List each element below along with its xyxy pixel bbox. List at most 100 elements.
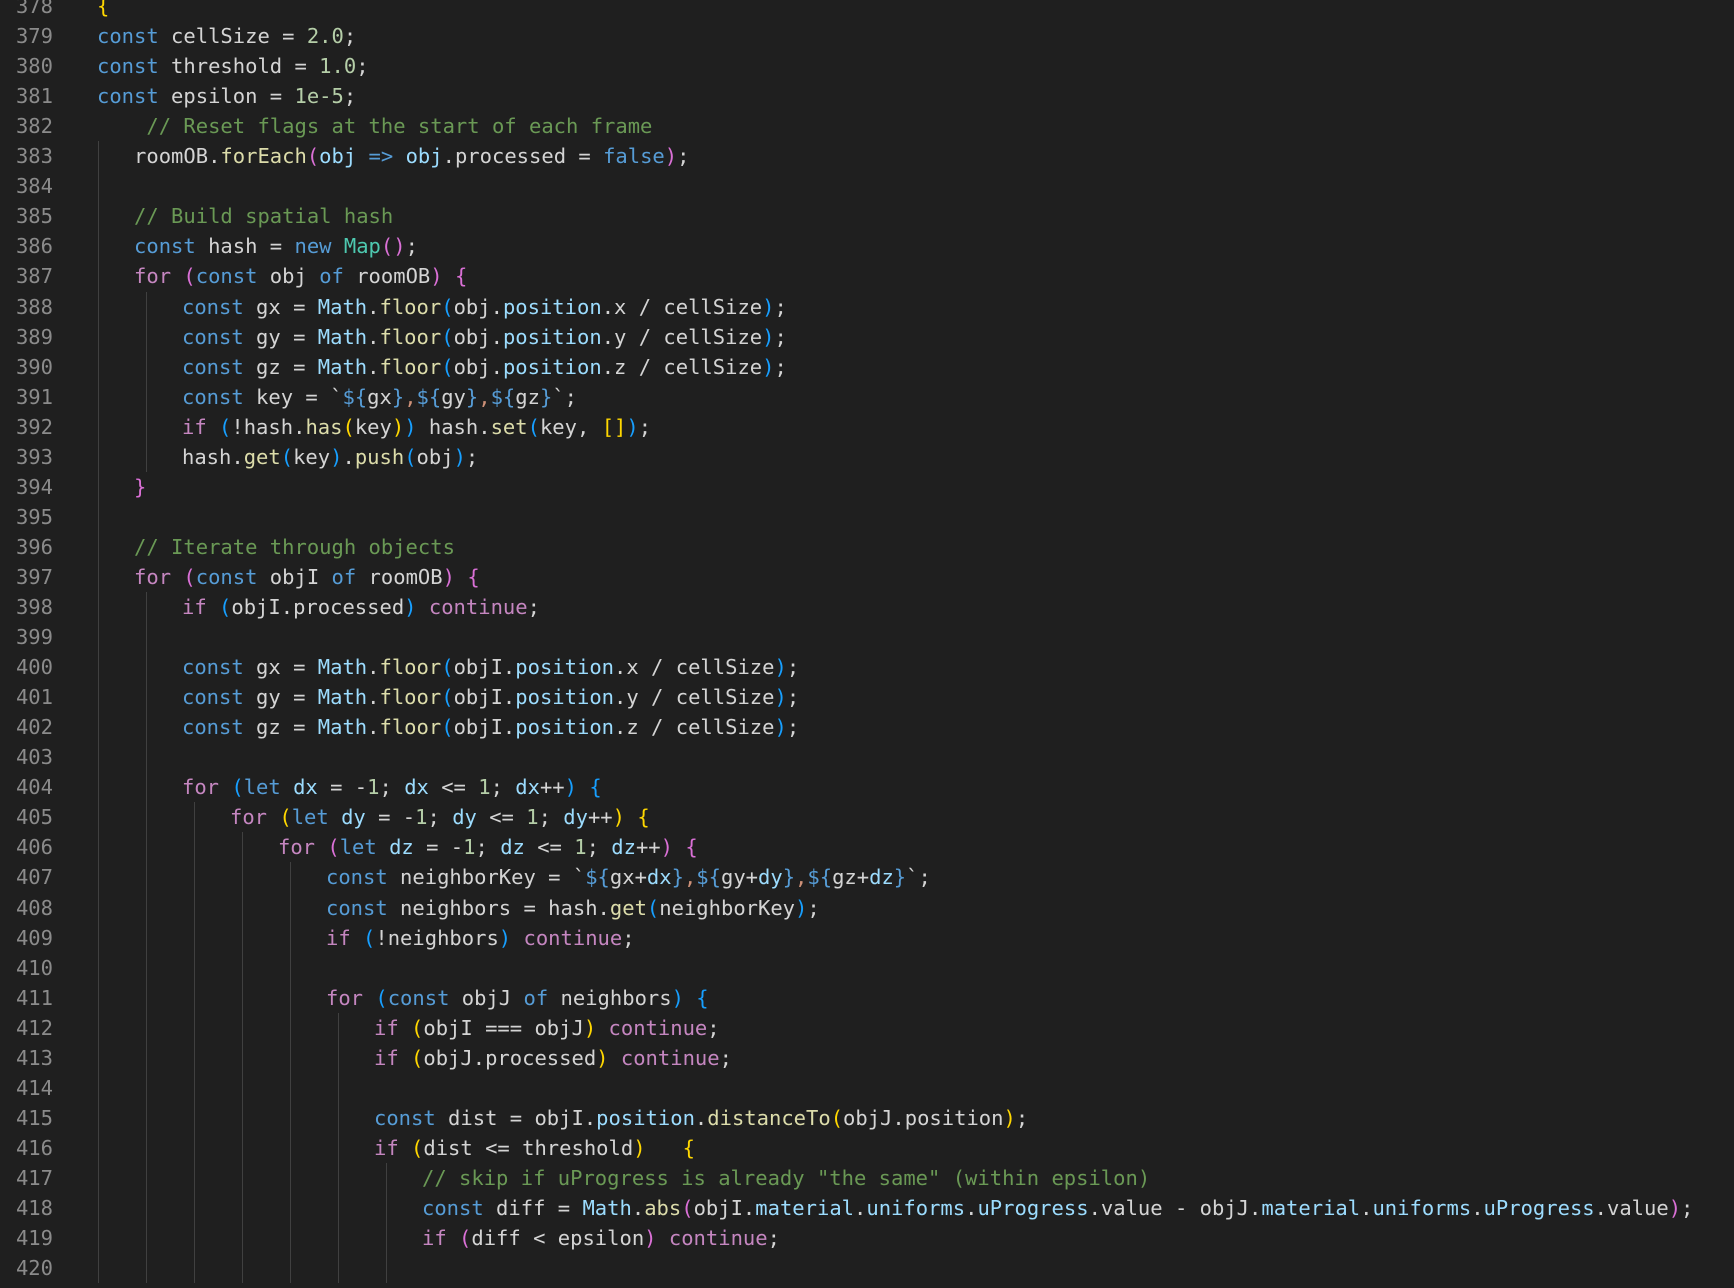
code-token: const	[134, 234, 196, 259]
line-number: 401	[15, 685, 53, 710]
line-content: for (let dz = -1; dz <= 1; dz++) {	[278, 832, 698, 862]
code-token: get	[609, 895, 647, 920]
code-token: const	[374, 1105, 436, 1130]
code-token: = -	[317, 775, 368, 800]
code-token: ;	[622, 925, 635, 950]
code-token: dz	[389, 835, 414, 860]
code-line[interactable]: 401 const gy = Math.floor(objI.position.y…	[0, 682, 1734, 712]
code-token: <=	[476, 805, 527, 830]
code-line[interactable]: 388 const gx = Math.floor(obj.position.x …	[0, 292, 1734, 322]
code-token: objJ.position	[843, 1105, 1004, 1130]
code-line[interactable]: 384	[0, 171, 1734, 201]
code-token: .x / cellSize	[601, 294, 763, 319]
line-content: const gy = Math.floor(objI.position.y / …	[182, 682, 799, 712]
code-line[interactable]: 408 const neighbors = hash.get(neighborKe…	[0, 893, 1734, 923]
code-token: obj	[319, 144, 357, 169]
line-number: 406	[15, 835, 53, 860]
code-line[interactable]: 399	[0, 622, 1734, 652]
line-content: {	[97, 0, 109, 21]
code-line[interactable]: 414	[0, 1073, 1734, 1103]
code-line[interactable]: 383 roomOB.forEach(obj => obj.processed …	[0, 141, 1734, 171]
code-line[interactable]: 398 if (objI.processed) continue;	[0, 592, 1734, 622]
code-line[interactable]: 420	[0, 1253, 1734, 1283]
code-line[interactable]: 400 const gx = Math.floor(objI.position.x…	[0, 652, 1734, 682]
code-line[interactable]: 404 for (let dx = -1; dx <= 1; dx++) {	[0, 772, 1734, 802]
code-token: )	[774, 655, 787, 680]
code-token: ${	[342, 384, 368, 409]
code-token: ${	[696, 865, 721, 890]
line-number: 403	[15, 745, 53, 770]
code-token: for	[134, 564, 172, 589]
code-token: 1e-5	[294, 84, 344, 109]
code-editor[interactable]: 378 {379 const cellSize = 2.0; 380 const thr…	[0, 0, 1734, 1288]
code-token: {	[589, 775, 602, 800]
code-token: 1.0	[319, 54, 357, 79]
code-line[interactable]: 397 for (const objI of roomOB) {	[0, 562, 1734, 592]
code-token: obj	[416, 444, 454, 469]
code-token: ++	[635, 835, 661, 860]
code-line[interactable]: 417 // skip if uProgress is already "the …	[0, 1163, 1734, 1193]
code-line[interactable]: 379 const cellSize = 2.0;	[0, 21, 1734, 51]
code-line[interactable]: 402 const gz = Math.floor(objI.position.z…	[0, 712, 1734, 742]
code-token: dx	[404, 775, 429, 800]
code-token: )	[430, 264, 443, 289]
code-token: ;	[638, 414, 652, 439]
code-line[interactable]: 387 for (const obj of roomOB) {	[0, 261, 1734, 291]
code-line[interactable]: 412 if (objI === objJ) continue;	[0, 1013, 1734, 1043]
code-line[interactable]: 395	[0, 502, 1734, 532]
code-token: key =	[243, 384, 331, 409]
line-content: const threshold = 1.0;	[97, 51, 369, 81]
code-token: forEach	[220, 144, 307, 169]
code-line[interactable]: 406 for (let dz = -1; dz <= 1; dz++) {	[0, 832, 1734, 862]
code-line[interactable]: 413 if (objJ.processed) continue;	[0, 1043, 1734, 1073]
code-token: let	[291, 805, 329, 830]
code-line[interactable]: 416 if (dist <= threshold) {	[0, 1133, 1734, 1163]
code-line[interactable]: 385 // Build spatial hash	[0, 201, 1734, 231]
code-line[interactable]: 403	[0, 742, 1734, 772]
code-line[interactable]: 410	[0, 953, 1734, 983]
code-token: {	[454, 264, 468, 289]
code-line[interactable]: 386 const hash = new Map();	[0, 231, 1734, 261]
line-content: if (objI === objJ) continue;	[374, 1013, 720, 1043]
code-line[interactable]: 411 for (const objJ of neighbors) {	[0, 983, 1734, 1013]
code-token: const	[387, 985, 450, 1010]
code-token: const	[182, 384, 244, 409]
code-line[interactable]: 405 for (let dy = -1; dy <= 1; dy++) {	[0, 802, 1734, 832]
code-token: )	[1003, 1105, 1016, 1130]
code-line[interactable]: 394 }	[0, 472, 1734, 502]
code-line[interactable]: 392 if (!hash.has(key)) hash.set(key, [])…	[0, 412, 1734, 442]
code-token: obj.	[453, 324, 503, 349]
code-token: let	[339, 835, 377, 860]
code-line[interactable]: 396 // Iterate through objects	[0, 532, 1734, 562]
code-line[interactable]: 381 const epsilon = 1e-5;	[0, 81, 1734, 111]
code-line[interactable]: 391 const key = `${gx},${gy},${gz}`;	[0, 382, 1734, 412]
code-token: {	[696, 985, 709, 1010]
code-line[interactable]: 409 if (!neighbors) continue;	[0, 923, 1734, 953]
line-number: 418	[15, 1196, 53, 1220]
code-token: objI.	[693, 1196, 756, 1220]
code-token: Math	[317, 324, 368, 349]
code-line[interactable]: 419 if (diff < epsilon) continue;	[0, 1223, 1734, 1253]
code-line[interactable]: 389 const gy = Math.floor(obj.position.y …	[0, 322, 1734, 352]
code-line[interactable]: 393 hash.get(key).push(obj);	[0, 442, 1734, 472]
line-content: for (let dx = -1; dx <= 1; dx++) {	[182, 772, 602, 802]
code-line[interactable]: 382 // Reset flags at the start of each …	[0, 111, 1734, 141]
code-line[interactable]: 415 const dist = objI.position.distanceTo…	[0, 1103, 1734, 1133]
code-token: = -	[365, 805, 416, 830]
line-content: if (!hash.has(key)) hash.set(key, []);	[182, 412, 651, 442]
line-content: // Iterate through objects	[97, 532, 455, 562]
line-number: 390	[15, 354, 53, 379]
code-token: gy =	[243, 324, 318, 349]
code-line[interactable]: 407 const neighborKey = `${gx+dx},${gy+dy…	[0, 862, 1734, 892]
code-token: dy	[758, 865, 783, 890]
code-line[interactable]: 418 const diff = Math.abs(objI.material.u…	[0, 1193, 1734, 1223]
code-line[interactable]: 390 const gz = Math.floor(obj.position.z …	[0, 352, 1734, 382]
code-line[interactable]: 380 const threshold = 1.0;	[0, 51, 1734, 81]
code-line[interactable]: 378 {	[0, 0, 1734, 21]
code-token: )	[664, 144, 678, 169]
